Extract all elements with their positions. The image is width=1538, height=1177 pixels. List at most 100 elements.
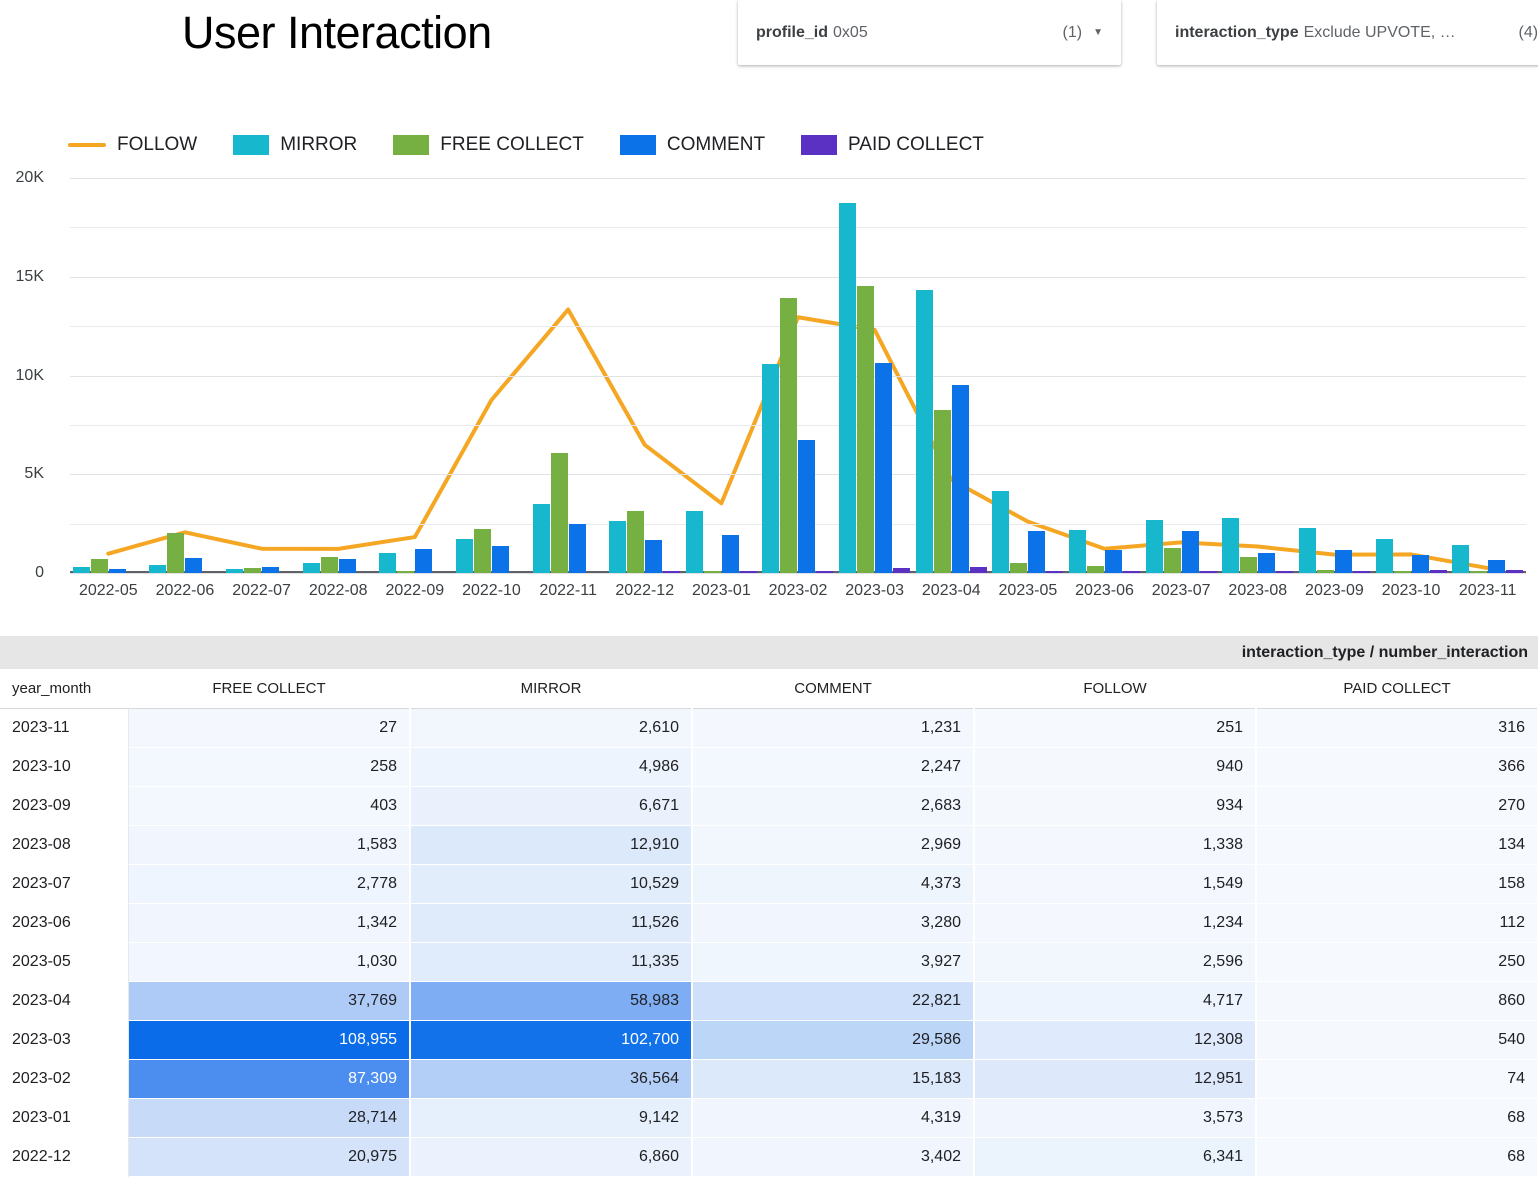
table-row[interactable]: 2023-07 2,778 10,529 4,373 1,549 158	[0, 864, 1538, 904]
bar-group[interactable]	[70, 178, 147, 573]
bar-free-collect[interactable]	[550, 453, 568, 573]
bar-free-collect[interactable]	[1240, 556, 1258, 573]
bar-comment[interactable]	[338, 559, 356, 573]
bar-group[interactable]	[377, 178, 454, 573]
bar-mirror[interactable]	[1069, 529, 1087, 573]
bar-paid-collect[interactable]	[1429, 569, 1447, 573]
filter-profile-id[interactable]: profile_id 0x05 (1) ▼	[738, 0, 1121, 65]
bar-paid-collect[interactable]	[816, 571, 834, 573]
column-header-paid-collect[interactable]: PAID COLLECT	[1256, 669, 1538, 709]
bar-mirror[interactable]	[226, 569, 244, 573]
bar-group[interactable]	[1066, 178, 1143, 573]
bar-mirror[interactable]	[992, 491, 1010, 573]
bar-group[interactable]	[990, 178, 1067, 573]
legend-item-free-collect[interactable]: FREE COLLECT	[393, 134, 584, 156]
bar-mirror[interactable]	[839, 202, 857, 573]
column-header-comment[interactable]: COMMENT	[692, 669, 974, 709]
table-row[interactable]: 2023-10 258 4,986 2,247 940 366	[0, 747, 1538, 787]
bar-comment[interactable]	[262, 566, 280, 573]
bar-paid-collect[interactable]	[739, 571, 757, 573]
bar-free-collect[interactable]	[1393, 570, 1411, 573]
bar-mirror[interactable]	[1375, 539, 1393, 573]
bar-mirror[interactable]	[1452, 544, 1470, 573]
bar-free-collect[interactable]	[1316, 569, 1334, 573]
bar-mirror[interactable]	[379, 552, 397, 573]
bar-mirror[interactable]	[762, 364, 780, 573]
bar-paid-collect[interactable]	[969, 566, 987, 573]
legend-item-mirror[interactable]: MIRROR	[233, 134, 357, 156]
bar-group[interactable]	[683, 178, 760, 573]
bar-paid-collect[interactable]	[1046, 570, 1064, 573]
bar-group[interactable]	[300, 178, 377, 573]
bar-comment[interactable]	[1028, 531, 1046, 573]
bar-free-collect[interactable]	[627, 510, 645, 573]
bar-comment[interactable]	[721, 535, 739, 573]
bar-free-collect[interactable]	[857, 285, 875, 573]
bar-comment[interactable]	[108, 569, 126, 573]
bar-free-collect[interactable]	[397, 571, 415, 573]
table-row[interactable]: 2023-01 28,714 9,142 4,319 3,573 68	[0, 1098, 1538, 1138]
bar-comment[interactable]	[415, 549, 433, 573]
column-header-free-collect[interactable]: FREE COLLECT	[128, 669, 410, 709]
bar-group[interactable]	[913, 178, 990, 573]
bar-group[interactable]	[1143, 178, 1220, 573]
table-row[interactable]: 2023-04 37,769 58,983 22,821 4,717 860	[0, 981, 1538, 1021]
bar-mirror[interactable]	[532, 504, 550, 573]
bar-comment[interactable]	[645, 540, 663, 573]
bar-paid-collect[interactable]	[1352, 570, 1370, 573]
bar-group[interactable]	[760, 178, 837, 573]
bar-group[interactable]	[1373, 178, 1450, 573]
column-header-follow[interactable]: FOLLOW	[974, 669, 1256, 709]
bar-free-collect[interactable]	[933, 410, 951, 573]
bar-comment[interactable]	[1411, 555, 1429, 573]
table-row[interactable]: 2023-02 87,309 36,564 15,183 12,951 74	[0, 1059, 1538, 1099]
bar-mirror[interactable]	[302, 562, 320, 573]
bar-comment[interactable]	[1258, 553, 1276, 573]
bar-free-collect[interactable]	[1087, 565, 1105, 573]
bar-free-collect[interactable]	[1163, 548, 1181, 573]
column-header-year_month[interactable]: year_month	[0, 669, 128, 709]
bar-comment[interactable]	[951, 384, 969, 573]
bar-group[interactable]	[606, 178, 683, 573]
bar-comment[interactable]	[1488, 560, 1506, 573]
bar-mirror[interactable]	[1222, 517, 1240, 573]
bar-comment[interactable]	[185, 558, 203, 573]
bar-free-collect[interactable]	[780, 298, 798, 573]
bar-mirror[interactable]	[685, 511, 703, 573]
bar-paid-collect[interactable]	[1506, 570, 1524, 573]
column-header-mirror[interactable]: MIRROR	[410, 669, 692, 709]
table-row[interactable]: 2023-03 108,955 102,700 29,586 12,308 540	[0, 1020, 1538, 1060]
bar-group[interactable]	[530, 178, 607, 573]
bar-free-collect[interactable]	[167, 533, 185, 573]
table-row[interactable]: 2023-08 1,583 12,910 2,969 1,338 134	[0, 825, 1538, 865]
legend-item-follow[interactable]: FOLLOW	[68, 134, 197, 156]
bar-paid-collect[interactable]	[1199, 571, 1217, 573]
bar-comment[interactable]	[798, 440, 816, 573]
bar-free-collect[interactable]	[244, 568, 262, 573]
bar-comment[interactable]	[1334, 549, 1352, 573]
bar-comment[interactable]	[491, 545, 509, 573]
chevron-down-icon[interactable]: ▼	[1093, 27, 1103, 38]
bar-mirror[interactable]	[609, 521, 627, 573]
bar-group[interactable]	[223, 178, 300, 573]
bar-mirror[interactable]	[72, 567, 90, 573]
bar-mirror[interactable]	[149, 564, 167, 573]
bar-comment[interactable]	[1105, 549, 1123, 573]
bar-group[interactable]	[1219, 178, 1296, 573]
table-row[interactable]: 2023-11 27 2,610 1,231 251 316	[0, 708, 1538, 748]
bar-paid-collect[interactable]	[1123, 571, 1141, 573]
table-row[interactable]: 2022-12 20,975 6,860 3,402 6,341 68	[0, 1137, 1538, 1177]
bar-group[interactable]	[147, 178, 224, 573]
filter-interaction-type[interactable]: interaction_type Exclude UPVOTE, … (4) ▼	[1157, 0, 1538, 65]
bar-free-collect[interactable]	[473, 528, 491, 573]
bar-free-collect[interactable]	[90, 559, 108, 573]
bar-group[interactable]	[836, 178, 913, 573]
bar-paid-collect[interactable]	[1276, 571, 1294, 573]
table-row[interactable]: 2023-09 403 6,671 2,683 934 270	[0, 786, 1538, 826]
bar-free-collect[interactable]	[1010, 562, 1028, 573]
bar-comment[interactable]	[568, 523, 586, 573]
bar-paid-collect[interactable]	[663, 571, 681, 573]
bar-mirror[interactable]	[455, 539, 473, 573]
bar-comment[interactable]	[1181, 530, 1199, 573]
legend-item-comment[interactable]: COMMENT	[619, 134, 765, 156]
